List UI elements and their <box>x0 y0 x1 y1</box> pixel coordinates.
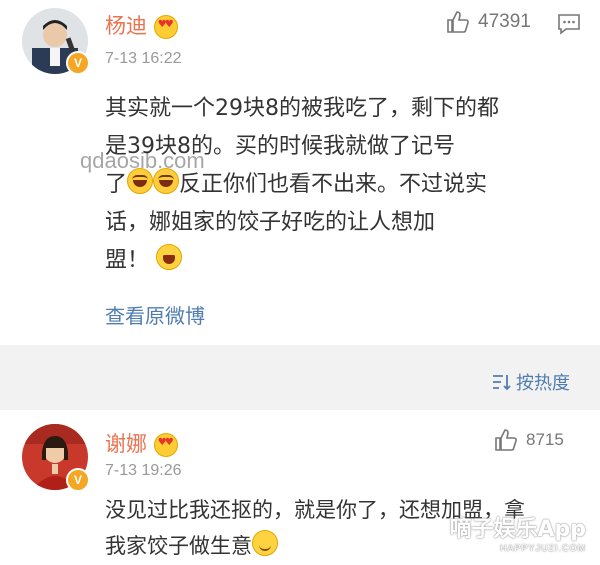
heart-eyes-emoji-icon <box>153 15 178 39</box>
like-button[interactable]: 47391 <box>446 10 531 34</box>
content-fragment: 反正你们也看不出来。不过说实 <box>179 172 488 197</box>
watermark-brand-sub: HAPPYJUZI.COM <box>499 543 586 553</box>
comment-button[interactable] <box>556 12 582 40</box>
content-fragment: 盟！ <box>105 248 150 273</box>
verified-badge: V <box>66 51 90 75</box>
grinning-emoji-icon <box>156 244 183 270</box>
content-line: 话，娜姐家的饺子好吃的让人想加 <box>105 210 436 235</box>
content-fragment: 我家饺子做生意 <box>105 534 252 558</box>
comment-like-button[interactable]: 8715 <box>494 428 564 452</box>
watermark-brand: 嘀子娱乐App HAPPYJUZI.COM <box>449 511 586 553</box>
heart-eyes-emoji-icon <box>153 433 178 457</box>
smug-emoji-icon <box>252 530 278 556</box>
content-line: 其实就一个29块8的被我吃了，剩下的都 <box>105 96 499 121</box>
content-line: 盟！ <box>105 242 499 280</box>
comment-time: 7-13 19:26 <box>105 462 182 479</box>
verified-badge: V <box>66 468 90 492</box>
thumbs-up-icon <box>495 429 517 451</box>
comment-like-count: 8715 <box>526 430 564 449</box>
watermark-top: qdaosib.com <box>80 148 205 173</box>
comment-author-name[interactable]: 谢娜 <box>105 428 178 458</box>
author-name[interactable]: 杨迪 <box>105 10 178 40</box>
post-time: 7-13 16:22 <box>105 50 182 67</box>
sort-icon <box>493 375 511 391</box>
comment-author-name-text: 谢娜 <box>105 432 147 456</box>
like-count: 47391 <box>478 11 531 32</box>
content-fragment: 了 <box>105 172 128 197</box>
sort-button[interactable]: 按热度 <box>490 369 570 395</box>
comment-icon <box>558 14 580 35</box>
post-content: 其实就一个29块8的被我吃了，剩下的都 是39块8的。买的时候我就做了记号 了反… <box>105 90 499 280</box>
view-original-link[interactable]: 查看原微博 <box>105 300 205 329</box>
sort-label: 按热度 <box>516 373 570 394</box>
sort-bar: 按热度 <box>0 345 600 410</box>
author-name-text: 杨迪 <box>105 14 147 38</box>
thumbs-up-icon <box>447 11 469 33</box>
watermark-brand-text: 嘀子娱乐App <box>449 517 586 542</box>
